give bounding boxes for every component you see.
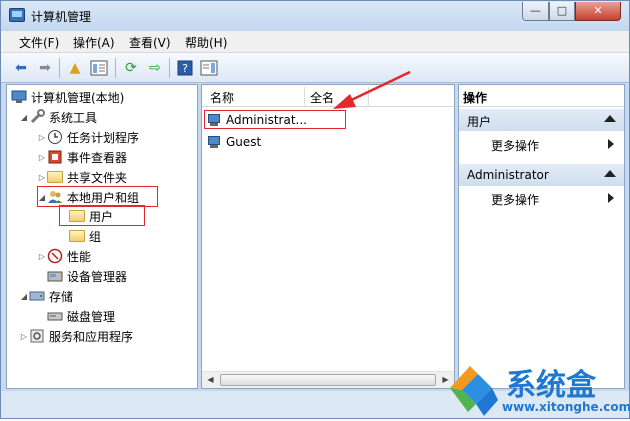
horizontal-scrollbar[interactable]: ◀ ▶	[202, 371, 454, 388]
tree-root[interactable]: 计算机管理(本地)	[11, 88, 124, 106]
services-icon	[29, 328, 45, 344]
tree-item-device-manager[interactable]: 设备管理器	[47, 267, 127, 285]
tree-item-task-scheduler[interactable]: ▷ 任务计划程序	[37, 128, 139, 146]
menu-bar: 文件(F) 操作(A) 查看(V) 帮助(H)	[1, 31, 629, 53]
menu-view[interactable]: 查看(V)	[129, 34, 171, 51]
scroll-left-icon[interactable]: ◀	[202, 372, 219, 388]
logo-mark-icon	[450, 366, 498, 416]
tree-item-services-apps[interactable]: ▷ 服务和应用程序	[19, 327, 133, 345]
event-viewer-icon	[47, 149, 63, 165]
expand-arrow-icon[interactable]: ▷	[37, 173, 47, 182]
more-actions-link[interactable]: 更多操作	[491, 191, 539, 208]
close-button[interactable]: ✕	[575, 2, 621, 21]
storage-icon	[29, 288, 45, 304]
menu-file[interactable]: 文件(F)	[19, 34, 59, 51]
action-pane-icon[interactable]	[199, 58, 219, 78]
export-icon[interactable]: ⇨	[145, 58, 165, 78]
highlight-users-box	[59, 205, 145, 226]
device-manager-icon	[47, 268, 63, 284]
actions-section-administrator[interactable]: Administrator	[459, 164, 624, 186]
highlight-administrator-box	[204, 110, 346, 129]
collapse-arrow-icon[interactable]: ◢	[19, 292, 29, 301]
submenu-arrow-icon[interactable]	[608, 193, 614, 203]
tree-item-event-viewer[interactable]: ▷ 事件查看器	[37, 148, 127, 166]
title-bar[interactable]: 计算机管理 — □ ✕	[1, 1, 629, 31]
toolbar: ⬅ ➡ ▲ ⟳ ⇨ ?	[1, 53, 629, 83]
computer-management-window: 计算机管理 — □ ✕ 文件(F) 操作(A) 查看(V) 帮助(H) ⬅ ➡ …	[0, 0, 630, 419]
tree-item-label: 服务和应用程序	[49, 329, 134, 344]
scrollbar-thumb[interactable]	[220, 374, 436, 386]
menu-help[interactable]: 帮助(H)	[185, 34, 227, 51]
collapse-caret-icon[interactable]	[604, 170, 616, 177]
tree-item-label: 性能	[67, 249, 92, 264]
column-fullname[interactable]: 全名	[310, 89, 334, 106]
section-title: 用户	[467, 115, 492, 129]
computer-management-icon	[9, 8, 25, 22]
column-divider[interactable]	[368, 87, 369, 105]
forward-icon[interactable]: ➡	[35, 58, 55, 78]
tree-item-disk-management[interactable]: 磁盘管理	[47, 307, 115, 325]
column-name[interactable]: 名称	[210, 89, 234, 106]
tree-root-label: 计算机管理(本地)	[31, 90, 125, 105]
folder-icon	[69, 228, 85, 244]
tree-item-label: 组	[89, 229, 102, 244]
tree-item-label: 设备管理器	[67, 269, 128, 284]
actions-section-users[interactable]: 用户	[459, 109, 624, 131]
tree-item-label: 共享文件夹	[67, 170, 128, 185]
svg-text:?: ?	[182, 62, 188, 75]
watermark-logo: 系统盒 www.xitonghe.com	[440, 360, 630, 418]
tools-icon	[29, 109, 45, 125]
tree-item-label: 系统工具	[49, 110, 98, 125]
section-title: Administrator	[467, 168, 549, 182]
tree-item-label: 存储	[49, 289, 74, 304]
toolbar-separator	[59, 58, 60, 78]
user-name: Guest	[226, 135, 262, 149]
toolbar-separator	[169, 58, 170, 78]
up-folder-icon[interactable]: ▲	[65, 58, 85, 78]
show-hide-tree-icon[interactable]	[89, 58, 109, 78]
submenu-arrow-icon[interactable]	[608, 139, 614, 149]
list-column-header: 名称 全名	[202, 85, 454, 107]
help-icon[interactable]: ?	[175, 58, 195, 78]
tree-item-label: 事件查看器	[67, 150, 128, 165]
console-tree-pane[interactable]: 计算机管理(本地) ◢ 系统工具 ▷ 任务计划程序 ▷ 事件查看器 ▷ 共享文件…	[6, 84, 198, 389]
clock-icon	[47, 129, 63, 145]
expand-arrow-icon[interactable]: ▷	[37, 133, 47, 142]
menu-action[interactable]: 操作(A)	[73, 34, 115, 51]
back-icon[interactable]: ⬅	[11, 58, 31, 78]
collapse-caret-icon[interactable]	[604, 115, 616, 122]
tree-item-performance[interactable]: ▷ 性能	[37, 247, 91, 265]
computer-icon	[11, 89, 27, 105]
user-list-pane[interactable]: 名称 全名 Administrat... Guest ◀ ▶	[201, 84, 455, 389]
window-title: 计算机管理	[31, 10, 92, 24]
performance-icon	[47, 248, 63, 264]
tree-item-groups[interactable]: 组	[69, 227, 101, 245]
minimize-button[interactable]: —	[522, 2, 549, 21]
tree-item-shared-folders[interactable]: ▷ 共享文件夹	[37, 168, 127, 186]
toolbar-separator	[115, 58, 116, 78]
expand-arrow-icon[interactable]: ▷	[19, 332, 29, 341]
tree-item-system-tools[interactable]: ◢ 系统工具	[19, 108, 97, 126]
tree-item-label: 任务计划程序	[67, 130, 140, 145]
more-actions-link[interactable]: 更多操作	[491, 137, 539, 154]
column-divider[interactable]	[304, 87, 305, 105]
actions-header: 操作	[459, 85, 624, 107]
shared-folder-icon	[47, 169, 63, 185]
expand-arrow-icon[interactable]: ▷	[37, 153, 47, 162]
logo-url: www.xitonghe.com	[502, 400, 630, 414]
list-item-guest[interactable]: Guest	[206, 133, 261, 151]
tree-item-label: 磁盘管理	[67, 309, 116, 324]
tree-item-storage[interactable]: ◢ 存储	[19, 287, 73, 305]
logo-name: 系统盒	[506, 368, 596, 403]
refresh-icon[interactable]: ⟳	[121, 58, 141, 78]
disk-icon	[47, 308, 63, 324]
actions-pane: 操作 用户 更多操作 Administrator 更多操作	[458, 84, 625, 389]
collapse-arrow-icon[interactable]: ◢	[19, 113, 29, 122]
expand-arrow-icon[interactable]: ▷	[37, 252, 47, 261]
user-account-icon	[206, 135, 222, 149]
highlight-local-users-box	[37, 186, 158, 207]
maximize-button[interactable]: □	[549, 2, 575, 21]
